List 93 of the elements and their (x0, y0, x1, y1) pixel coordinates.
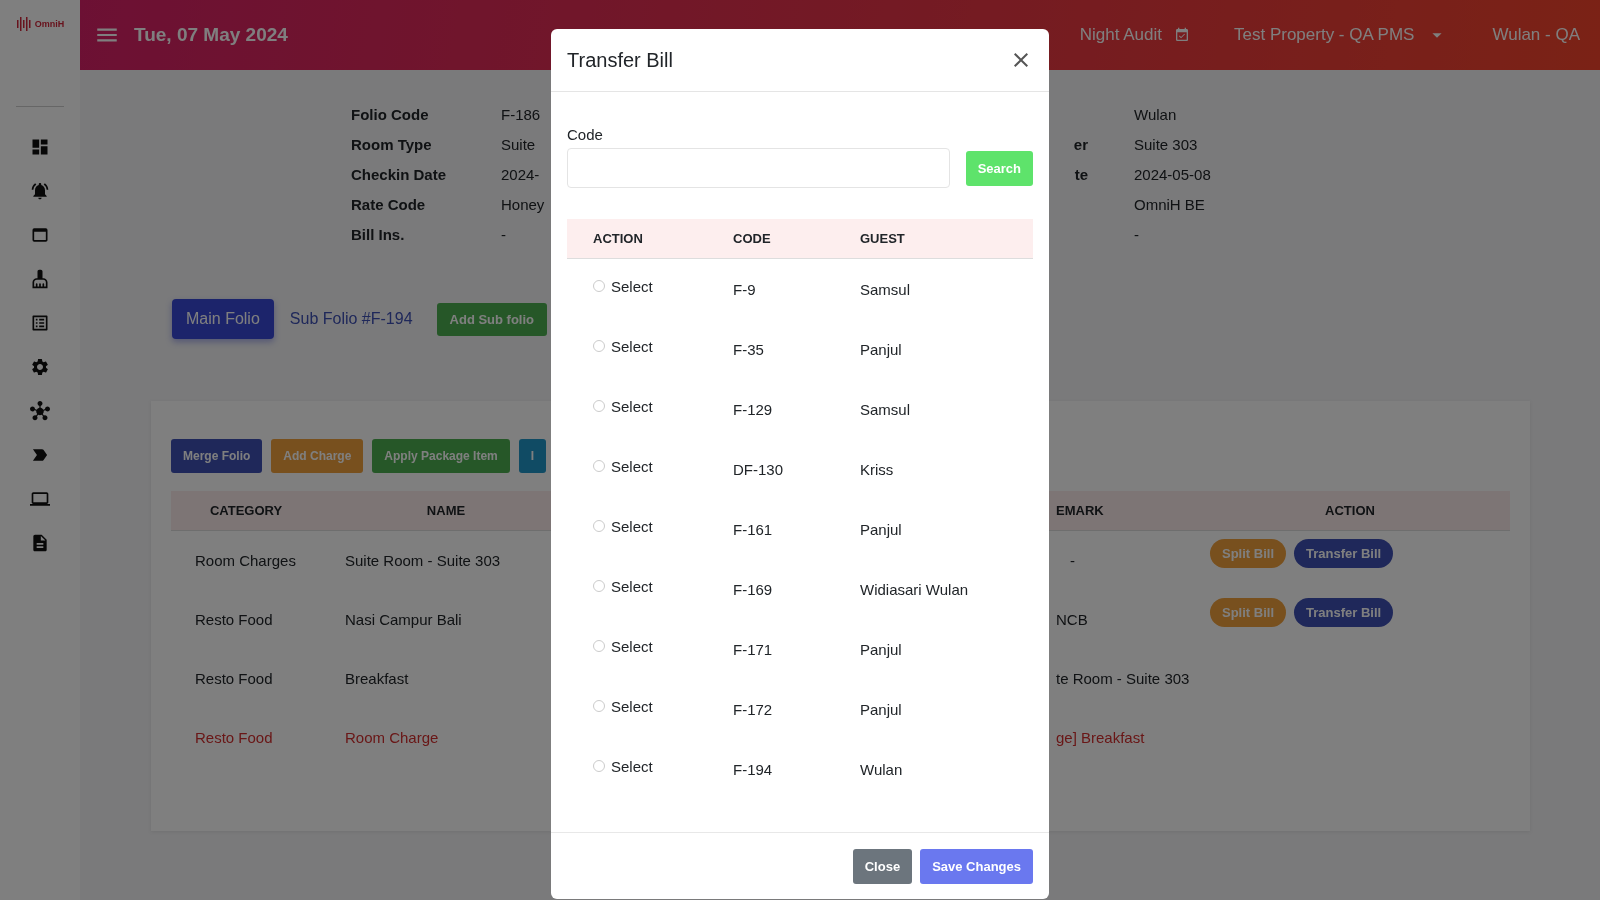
table-cell-text: te Room - Suite 303 (1056, 669, 1190, 689)
select-radio[interactable]: Select (593, 337, 653, 355)
bell-icon[interactable] (30, 181, 50, 201)
field-label: Code (567, 126, 604, 143)
row-action-button[interactable]: Transfer Bill (1294, 539, 1394, 568)
row-action-button[interactable]: Transfer Bill (1294, 598, 1394, 627)
table-cell-text: Resto Food (195, 728, 273, 748)
info-label: Folio Code (351, 105, 429, 124)
column-header: CODE (733, 231, 771, 246)
table-cell: F-161 (733, 520, 773, 538)
laptop-icon[interactable] (30, 489, 50, 509)
select-radio[interactable]: Select (593, 637, 653, 655)
column-header: ACTION (593, 231, 643, 246)
table-cell: F-171 (733, 640, 773, 658)
dialog-title: Transfer Bill (567, 48, 673, 72)
info-value: - (1134, 225, 1139, 244)
table-cell-text: Room Charge (345, 728, 439, 748)
table-cell: Panjul (860, 700, 902, 718)
table-cell-text: Resto Food (195, 669, 273, 689)
column-header: CATEGORY (209, 503, 283, 518)
table-cell: F-169 (733, 580, 773, 598)
column-header: NAME (426, 503, 466, 518)
user-menu[interactable]: Wulan - QA (1492, 25, 1580, 45)
info-value: Wulan (1134, 105, 1177, 124)
info-label: Room Type (351, 135, 432, 154)
table-cell: Samsul (860, 280, 911, 298)
logo-icon (15, 16, 32, 32)
document-icon[interactable] (30, 533, 50, 553)
current-date: Tue, 07 May 2024 (134, 24, 288, 46)
toolbar-button[interactable]: Merge Folio (171, 439, 263, 473)
dashboard-icon[interactable] (30, 137, 50, 157)
folio-tab[interactable]: Main Folio (172, 299, 274, 339)
table-cell-text: NCB (1056, 610, 1088, 630)
info-label: Checkin Date (351, 165, 447, 184)
select-radio[interactable]: Select (593, 277, 653, 295)
table-cell: Panjul (860, 520, 902, 538)
toolbar-button[interactable]: Add Charge (271, 439, 364, 473)
column-header: EMARK (1056, 503, 1104, 518)
info-value: OmniH BE (1134, 195, 1205, 214)
select-radio[interactable]: Select (593, 457, 653, 475)
table-cell-text: - (1070, 551, 1075, 571)
table-cell-text: Nasi Campur Bali (345, 610, 462, 630)
info-value: 2024-05-08 (1134, 165, 1211, 184)
table-cell: F-9 (733, 280, 756, 298)
table-cell-text: Room Charges (195, 551, 296, 571)
select-radio[interactable]: Select (593, 757, 653, 775)
table-cell: F-172 (733, 700, 773, 718)
table-cell: F-194 (733, 760, 773, 778)
select-radio[interactable]: Select (593, 697, 653, 715)
property-selector[interactable]: Test Property - QA PMS (1234, 25, 1415, 45)
table-cell: F-35 (733, 340, 764, 358)
info-value: - (501, 225, 506, 244)
table-cell-text: Suite Room - Suite 303 (345, 551, 501, 571)
network-icon[interactable] (30, 401, 50, 421)
info-label: Bill Ins. (351, 225, 405, 244)
table-cell: Samsul (860, 400, 911, 418)
toolbar-button[interactable]: I (518, 439, 547, 473)
table-cell: F-129 (733, 400, 773, 418)
logo-text: OmniH (34, 19, 65, 29)
calendar-icon[interactable] (1174, 27, 1190, 43)
folio-tab[interactable]: Sub Folio #F-194 (275, 299, 427, 339)
table-cell-text: Resto Food (195, 610, 273, 630)
table-cell: Wulan (860, 760, 903, 778)
info-value: Honey (501, 195, 545, 214)
info-value: F-186 (501, 105, 541, 124)
table-cell: Panjul (860, 640, 902, 658)
info-label: er (1073, 135, 1088, 154)
info-label: te (1074, 165, 1088, 184)
table-cell: Kriss (860, 460, 894, 478)
select-radio[interactable]: Select (593, 577, 653, 595)
info-value: 2024- (501, 165, 540, 184)
brush-icon[interactable] (30, 269, 50, 289)
add-sub-folio-button[interactable]: Add Sub folio (436, 302, 548, 336)
table-cell-text: ge] Breakfast (1056, 728, 1145, 748)
dialog-button[interactable]: Save Changes (920, 848, 1033, 884)
table-cell: Widiasari Wulan (860, 580, 969, 598)
window-icon[interactable] (30, 225, 50, 245)
dialog-button[interactable]: Close (852, 848, 913, 884)
table-cell: DF-130 (733, 460, 784, 478)
info-value: Suite 303 (1134, 135, 1198, 154)
toolbar-button[interactable]: Apply Package Item (372, 439, 510, 473)
table-cell: Panjul (860, 340, 902, 358)
column-header: GUEST (860, 231, 905, 246)
info-label: Rate Code (351, 195, 426, 214)
list-icon[interactable] (30, 313, 50, 333)
select-radio[interactable]: Select (593, 517, 653, 535)
column-header: ACTION (1325, 503, 1375, 518)
settings-icon[interactable] (30, 357, 50, 377)
night-audit-link[interactable]: Night Audit (1079, 25, 1162, 45)
code-input-field[interactable] (567, 148, 950, 188)
select-radio[interactable]: Select (593, 397, 653, 415)
info-value: Suite (501, 135, 536, 154)
table-cell-text: Breakfast (345, 669, 409, 689)
